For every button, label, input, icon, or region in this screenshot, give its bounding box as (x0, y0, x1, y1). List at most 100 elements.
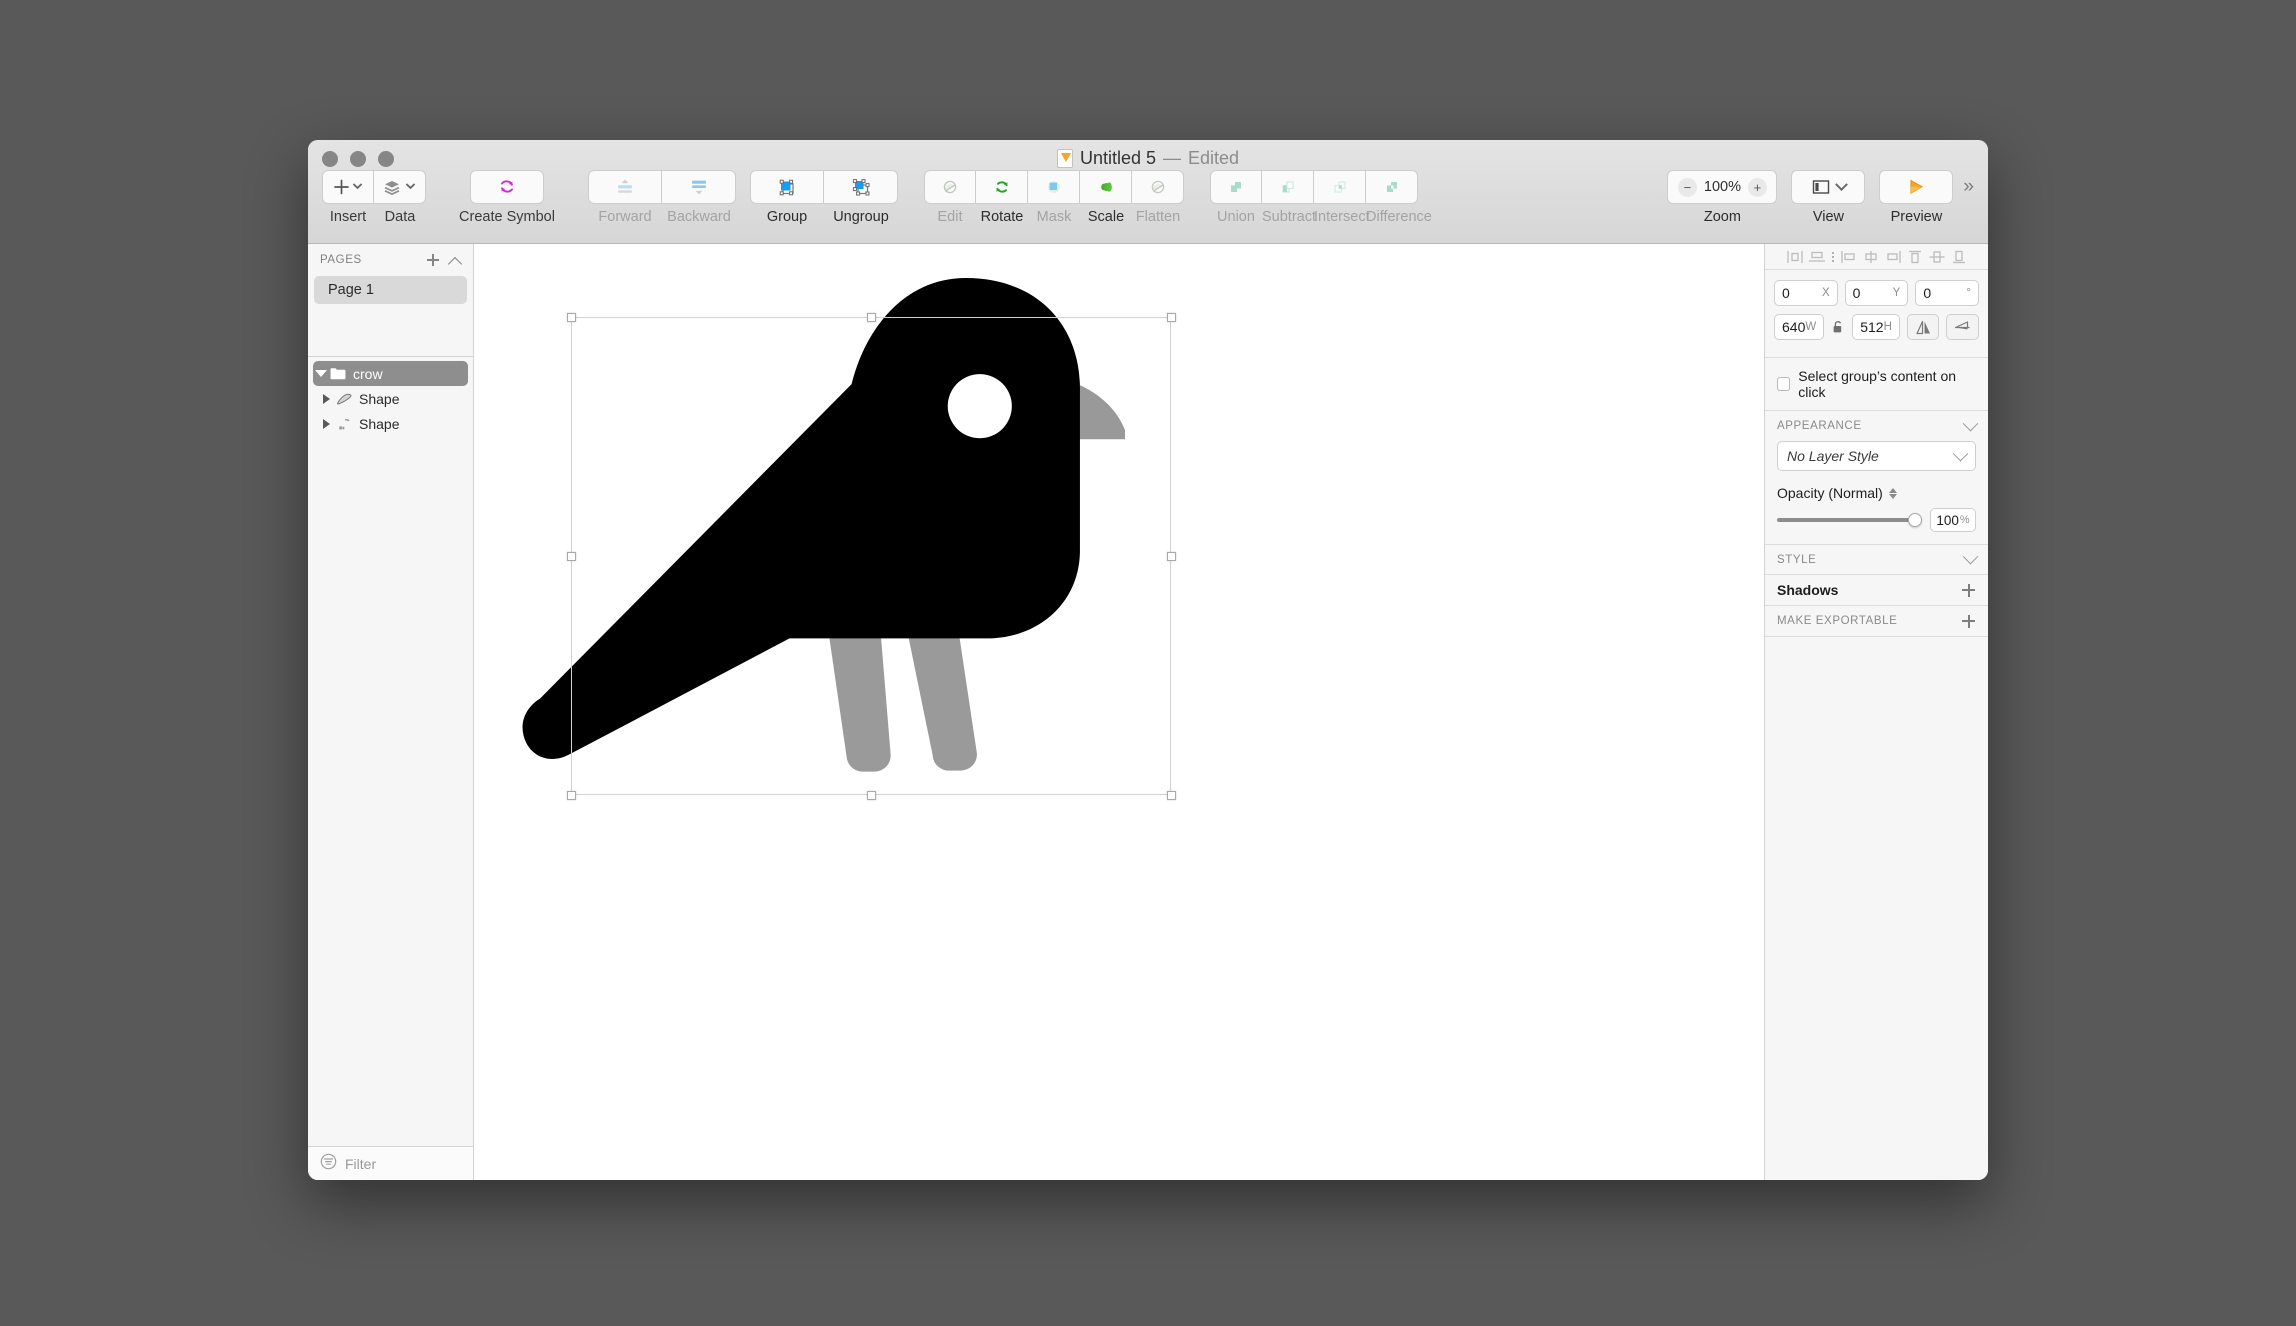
zoom-control[interactable]: − 100% + (1667, 170, 1778, 204)
mask-button (1028, 170, 1080, 204)
data-button[interactable] (374, 170, 426, 204)
union-icon (1231, 182, 1241, 192)
view-button[interactable] (1791, 170, 1866, 204)
flip-vertical-button[interactable] (1946, 314, 1980, 340)
add-export-button[interactable] (1961, 614, 1976, 629)
layer-row-shape-1[interactable]: Shape (319, 386, 468, 411)
difference-icon (1386, 182, 1397, 192)
filter-input[interactable]: Filter (345, 1156, 376, 1172)
forward-button (588, 170, 662, 204)
rotation-unit: ° (1966, 287, 1972, 299)
rotate-button[interactable] (976, 170, 1028, 204)
rotation-value: 0 (1923, 285, 1932, 301)
mask-label: Mask (1036, 209, 1072, 225)
page-item-label: Page 1 (328, 282, 374, 298)
document-name: Untitled 5 (1079, 147, 1156, 168)
sketch-document-icon (1056, 148, 1073, 168)
resize-handle-bottom-left[interactable] (567, 791, 576, 800)
opacity-control-row: 100 % (1777, 508, 1976, 532)
preview-button[interactable] (1879, 170, 1954, 204)
zoom-out-button[interactable]: − (1677, 177, 1697, 197)
disclosure-triangle-icon[interactable] (319, 393, 334, 404)
opacity-slider[interactable] (1777, 512, 1922, 528)
toolbar-group-shape-ops: Edit Rotate Mask Scale Flatten (924, 170, 1184, 225)
appearance-section-header[interactable]: APPEARANCE (1765, 411, 1988, 441)
rotation-field[interactable]: 0 ° (1915, 280, 1980, 306)
subtract-label: Subtract (1262, 209, 1316, 225)
zoom-value: 100% (1703, 179, 1741, 195)
select-group-content-row[interactable]: Select group’s content on click (1765, 358, 1988, 411)
resize-handle-top-left[interactable] (567, 313, 576, 322)
resize-handle-middle-right[interactable] (1167, 552, 1176, 561)
chevron-down-icon[interactable] (1962, 548, 1979, 565)
alignment-toolbar (1765, 244, 1988, 270)
appearance-title: APPEARANCE (1777, 420, 1862, 432)
align-more-icon[interactable] (1829, 251, 1837, 262)
x-value: 0 (1782, 285, 1790, 301)
layer-style-select[interactable]: No Layer Style (1777, 441, 1976, 471)
select-group-content-checkbox[interactable] (1777, 377, 1791, 391)
flip-horizontal-button[interactable] (1906, 314, 1940, 340)
x-field[interactable]: 0 X (1774, 280, 1838, 306)
layers-stack-icon (384, 181, 415, 195)
align-left-icon[interactable] (1785, 248, 1805, 266)
distribute-left-icon[interactable] (1839, 248, 1859, 266)
subtract-button (1262, 170, 1314, 204)
intersect-icon (1333, 181, 1346, 193)
align-center-horizontal-icon[interactable] (1807, 248, 1827, 266)
collapse-pages-button[interactable] (447, 252, 463, 268)
group-button[interactable] (750, 170, 824, 204)
forward-label: Forward (598, 209, 652, 225)
opacity-value-field[interactable]: 100 % (1930, 508, 1976, 532)
design-canvas[interactable] (474, 244, 1764, 1180)
opacity-slider-knob[interactable] (1908, 513, 1922, 527)
height-field[interactable]: 512 H (1852, 314, 1900, 340)
style-section-header[interactable]: STYLE (1765, 545, 1988, 575)
scale-button[interactable] (1080, 170, 1132, 204)
width-field[interactable]: 640 W (1774, 314, 1825, 340)
toolbar-overflow-button[interactable]: » (1963, 170, 1974, 204)
view-label: View (1812, 209, 1844, 225)
edit-label: Edit (937, 209, 963, 225)
shadows-row: Shadows (1765, 575, 1988, 606)
appearance-section: No Layer Style Opacity (Normal) 100 % (1765, 441, 1988, 545)
send-backward-icon (691, 180, 706, 195)
ungroup-button[interactable] (824, 170, 898, 204)
opacity-label-row: Opacity (Normal) (1777, 485, 1976, 501)
chevron-down-icon (1835, 177, 1848, 191)
align-middle-icon[interactable] (1927, 248, 1947, 266)
zoom-in-button[interactable]: + (1747, 177, 1767, 197)
layer-row-shape-2[interactable]: Shape (319, 411, 468, 436)
width-unit: W (1805, 321, 1817, 333)
align-top-icon[interactable] (1905, 248, 1925, 266)
chevron-down-icon[interactable] (1962, 415, 1979, 431)
layer-row-crow[interactable]: crow (313, 361, 468, 386)
distribute-center-icon[interactable] (1861, 248, 1881, 266)
disclosure-triangle-icon[interactable] (319, 418, 334, 429)
y-field[interactable]: 0 Y (1844, 280, 1909, 306)
select-group-content-label: Select group’s content on click (1798, 368, 1957, 400)
insert-button[interactable] (322, 170, 374, 204)
distribute-right-icon[interactable] (1883, 248, 1903, 266)
union-label: Union (1217, 209, 1255, 225)
pages-title: PAGES (320, 254, 362, 266)
add-shadow-button[interactable] (1961, 583, 1976, 598)
align-bottom-icon[interactable] (1949, 248, 1969, 266)
layer-filter-bar[interactable]: Filter (308, 1146, 473, 1180)
subtract-icon (1281, 181, 1294, 193)
page-item-page-1[interactable]: Page 1 (314, 276, 467, 304)
resize-handle-top-right[interactable] (1167, 313, 1176, 322)
add-page-button[interactable] (425, 252, 441, 268)
resize-handle-top-center[interactable] (867, 313, 876, 322)
toolbar-group-zoom: − 100% + Zoom (1667, 170, 1778, 225)
resize-handle-bottom-center[interactable] (867, 791, 876, 800)
unlocked-icon[interactable] (1831, 320, 1845, 334)
selection-bounding-box[interactable] (567, 313, 1176, 800)
resize-handle-bottom-right[interactable] (1167, 791, 1176, 800)
toolbar-group-preview: Preview (1879, 170, 1954, 225)
resize-handle-middle-left[interactable] (567, 552, 576, 561)
disclosure-triangle-icon[interactable] (313, 370, 328, 377)
create-symbol-button[interactable] (470, 170, 544, 204)
flip-horizontal-icon (1916, 320, 1930, 334)
blend-mode-stepper[interactable] (1888, 487, 1897, 499)
